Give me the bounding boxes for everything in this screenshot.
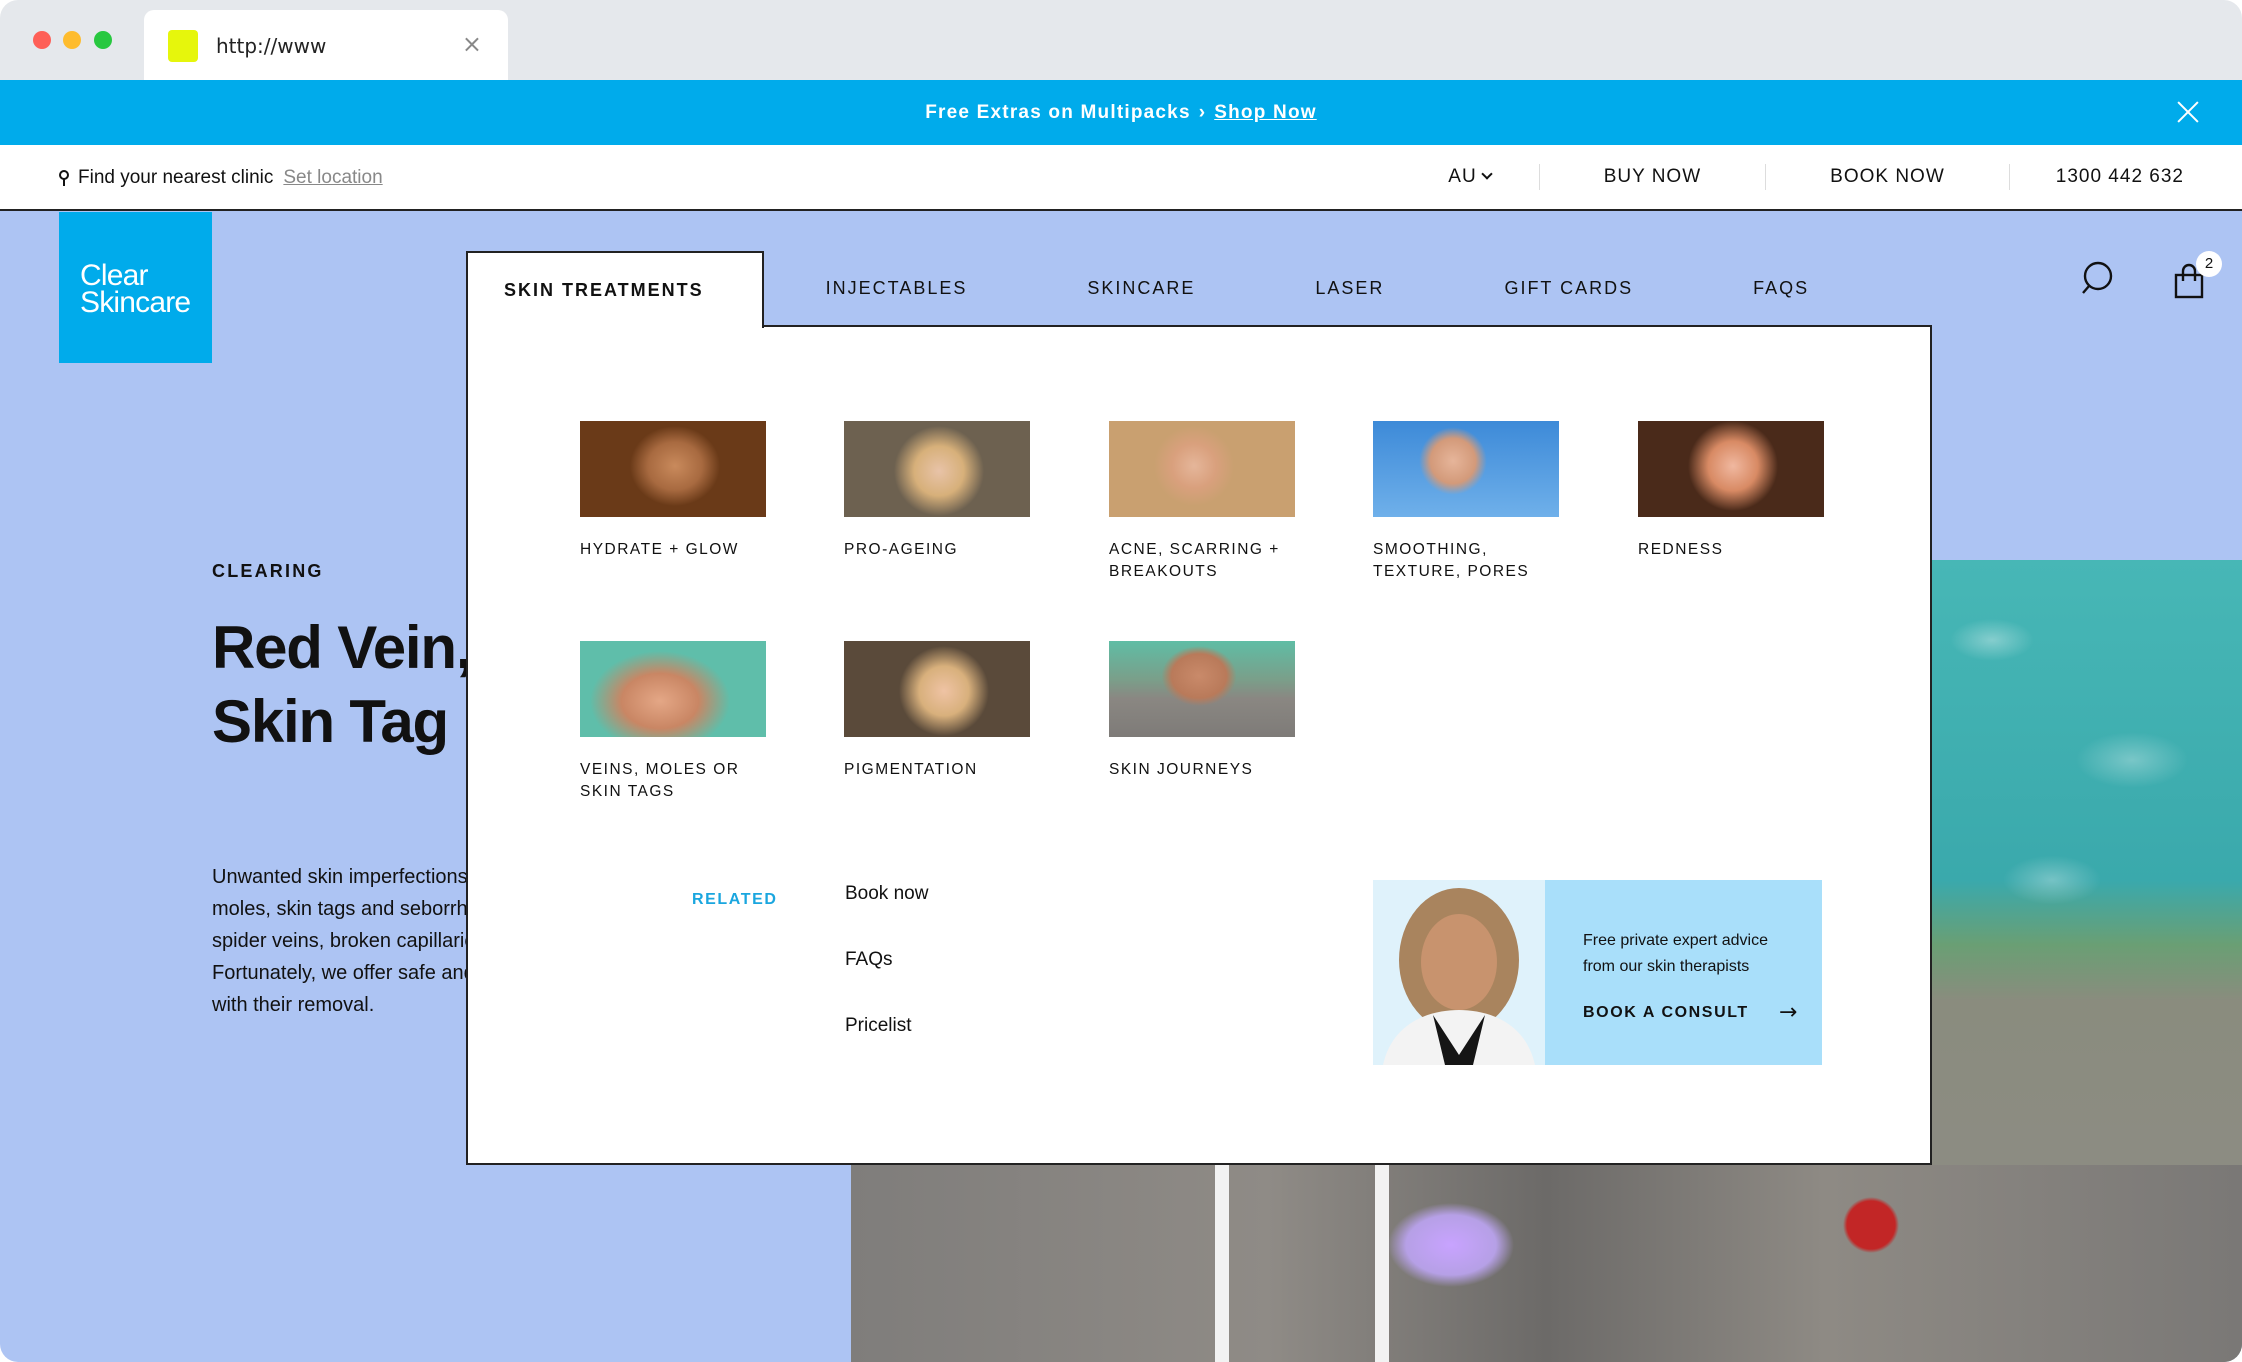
skin-journeys-image bbox=[1109, 641, 1295, 737]
chevron-right-icon: › bbox=[1198, 102, 1207, 123]
treatment-label: ACNE, SCARRING + BREAKOUTS bbox=[1109, 541, 1280, 580]
logo-line-1: Clear bbox=[80, 259, 148, 292]
nav-faqs[interactable]: FAQS bbox=[1693, 251, 1869, 326]
phone-link[interactable]: 1300 442 632 bbox=[2008, 164, 2242, 190]
favicon-icon bbox=[168, 30, 198, 62]
cart-count-badge: 2 bbox=[2196, 251, 2222, 277]
window-maximize-dot[interactable] bbox=[94, 31, 112, 49]
announcement-text: Free Extras on Multipacks bbox=[925, 102, 1191, 123]
region-label: AU bbox=[1448, 166, 1477, 187]
related-faqs-link[interactable]: FAQs bbox=[845, 949, 928, 973]
treatment-label: PIGMENTATION bbox=[844, 761, 978, 778]
treatment-card[interactable]: SMOOTHING, TEXTURE, PORES bbox=[1373, 421, 1559, 583]
book-consult-button[interactable]: BOOK A CONSULT → bbox=[1583, 1000, 1822, 1025]
close-icon[interactable] bbox=[2174, 98, 2202, 126]
treatment-label: SKIN JOURNEYS bbox=[1109, 761, 1254, 778]
browser-chrome: http://www × bbox=[0, 0, 2242, 80]
consult-promo-card[interactable]: Free private expert advice from our skin… bbox=[1373, 880, 1822, 1065]
buy-now-link[interactable]: BUY NOW bbox=[1538, 164, 1765, 190]
treatment-label: PRO-AGEING bbox=[844, 541, 959, 558]
treatment-card[interactable]: ACNE, SCARRING + BREAKOUTS bbox=[1109, 421, 1295, 583]
hero-section: Clear Skincare CLEARING Red Vein, Mole &… bbox=[0, 211, 2242, 1362]
treatment-card[interactable]: PRO-AGEING bbox=[844, 421, 1030, 561]
book-now-link[interactable]: BOOK NOW bbox=[1765, 164, 2009, 190]
pigmentation-image bbox=[844, 641, 1030, 737]
header-icons: 2 bbox=[2080, 251, 2222, 299]
chair-leg-decoration bbox=[1215, 1165, 1229, 1362]
chair-leg-decoration bbox=[1375, 1165, 1389, 1362]
site-logo[interactable]: Clear Skincare bbox=[59, 212, 212, 363]
book-consult-label: BOOK A CONSULT bbox=[1583, 1003, 1749, 1021]
announcement-message: Free Extras on Multipacks › Shop Now bbox=[0, 102, 2242, 124]
nav-gift-cards[interactable]: GIFT CARDS bbox=[1444, 251, 1693, 326]
consult-content: Free private expert advice from our skin… bbox=[1545, 880, 1822, 1065]
chat-icon[interactable] bbox=[2080, 261, 2114, 299]
tab-title: http://www bbox=[216, 34, 327, 58]
nav-injectables[interactable]: INJECTABLES bbox=[764, 251, 1028, 326]
treatment-label: REDNESS bbox=[1638, 541, 1724, 558]
main-nav: SKIN TREATMENTS INJECTABLES SKINCARE LAS… bbox=[466, 251, 1869, 328]
related-pricelist-link[interactable]: Pricelist bbox=[845, 1015, 928, 1039]
announcement-bar: Free Extras on Multipacks › Shop Now bbox=[0, 80, 2242, 145]
tab-close-icon[interactable]: × bbox=[462, 30, 482, 58]
set-location-link[interactable]: Set location bbox=[283, 167, 382, 189]
related-links: Book now FAQs Pricelist bbox=[845, 883, 928, 1081]
smoothing-texture-image bbox=[1373, 421, 1559, 517]
browser-tab[interactable]: http://www × bbox=[144, 10, 508, 80]
treatment-card[interactable]: REDNESS bbox=[1638, 421, 1824, 561]
treatment-label: SMOOTHING, TEXTURE, PORES bbox=[1373, 541, 1530, 580]
hero-lifestyle-image bbox=[851, 1165, 2242, 1362]
find-clinic-label: Find your nearest clinic bbox=[78, 167, 274, 188]
clinic-finder: Find your nearest clinic Set location bbox=[58, 167, 383, 189]
related-book-now-link[interactable]: Book now bbox=[845, 883, 928, 907]
window-minimize-dot[interactable] bbox=[63, 31, 81, 49]
treatment-card[interactable]: PIGMENTATION bbox=[844, 641, 1030, 781]
logo-line-2: Skincare bbox=[80, 286, 191, 319]
treatment-label: VEINS, MOLES OR SKIN TAGS bbox=[580, 761, 740, 800]
treatment-card[interactable]: VEINS, MOLES OR SKIN TAGS bbox=[580, 641, 766, 803]
arrow-right-icon: → bbox=[1778, 1000, 1799, 1025]
mega-menu-skin-treatments: HYDRATE + GLOW PRO-AGEING ACNE, SCARRING… bbox=[466, 325, 1932, 1165]
related-heading: RELATED bbox=[692, 891, 778, 908]
shop-now-link[interactable]: Shop Now bbox=[1214, 102, 1316, 123]
hydrate-glow-image bbox=[580, 421, 766, 517]
window-close-dot[interactable] bbox=[33, 31, 51, 49]
nav-skincare[interactable]: SKINCARE bbox=[1027, 251, 1255, 326]
redness-image bbox=[1638, 421, 1824, 517]
utility-links: AU BUY NOW BOOK NOW 1300 442 632 bbox=[1384, 145, 2242, 209]
treatment-label: HYDRATE + GLOW bbox=[580, 541, 739, 558]
acne-scarring-image bbox=[1109, 421, 1295, 517]
therapist-photo bbox=[1373, 880, 1545, 1065]
pro-ageing-image bbox=[844, 421, 1030, 517]
treatment-card[interactable]: SKIN JOURNEYS bbox=[1109, 641, 1295, 781]
location-pin-icon bbox=[58, 170, 70, 186]
region-selector[interactable]: AU bbox=[1384, 164, 1538, 190]
nav-laser[interactable]: LASER bbox=[1255, 251, 1444, 326]
consult-text: Free private expert advice from our skin… bbox=[1583, 932, 1768, 975]
chevron-down-icon bbox=[1481, 168, 1493, 180]
cart-button[interactable]: 2 bbox=[2172, 251, 2222, 299]
veins-moles-image bbox=[580, 641, 766, 737]
utility-bar: Find your nearest clinic Set location AU… bbox=[0, 145, 2242, 211]
treatment-card[interactable]: HYDRATE + GLOW bbox=[580, 421, 766, 561]
nav-skin-treatments[interactable]: SKIN TREATMENTS bbox=[466, 251, 764, 328]
hero-eyebrow: CLEARING bbox=[212, 561, 324, 581]
